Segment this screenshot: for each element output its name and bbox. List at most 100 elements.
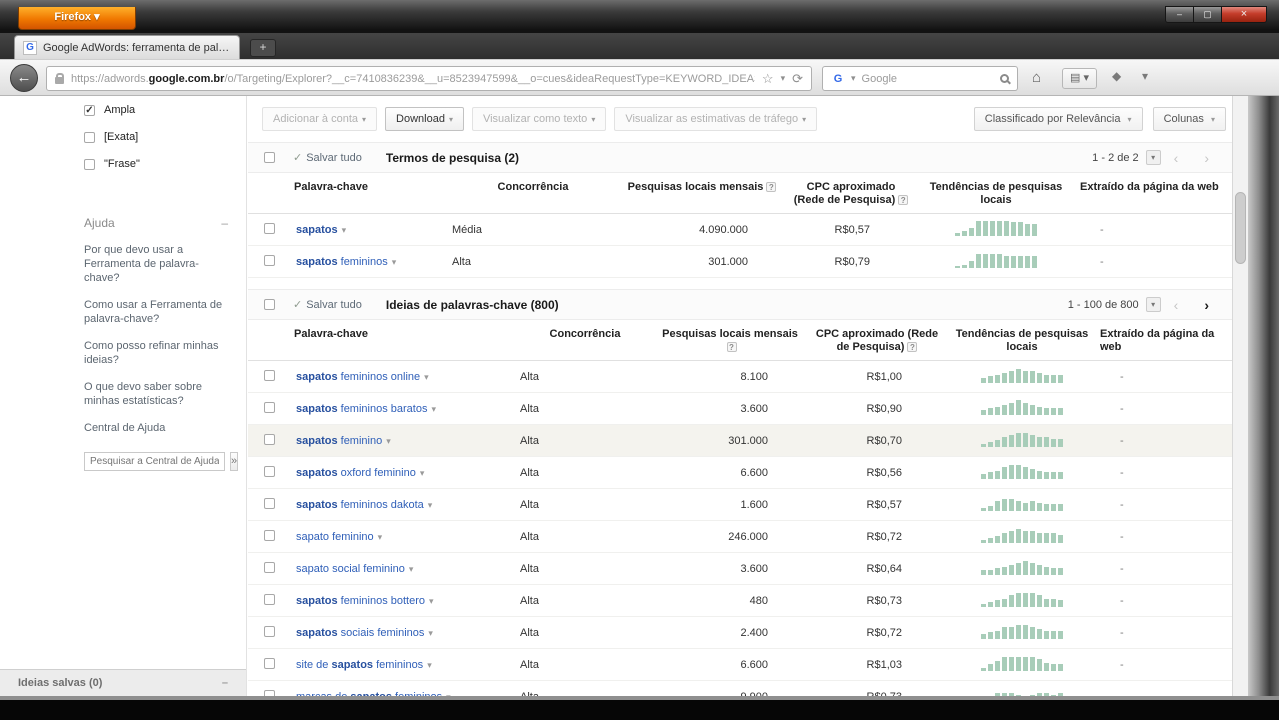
new-tab-button[interactable]: + — [250, 39, 276, 57]
toolbar-button[interactable]: Visualizar as estimativas de tráfego ▾ — [614, 107, 818, 131]
saved-ideas-collapse-icon[interactable]: – — [222, 677, 228, 689]
toolbar-button[interactable]: Visualizar como texto ▾ — [471, 107, 607, 131]
reload-icon[interactable]: ⟳ — [792, 71, 803, 87]
next-page-icon[interactable]: › — [1191, 297, 1222, 313]
keyword-dropdown-icon[interactable]: ▾ — [428, 500, 433, 510]
row-checkbox[interactable] — [264, 254, 275, 266]
keyword-link[interactable]: sapatos femininos bottero ▾ — [296, 595, 434, 607]
row-checkbox[interactable] — [264, 401, 275, 413]
help-icon[interactable]: ? — [726, 342, 737, 352]
save-all-link[interactable]: ✓ Salvar tudo — [293, 151, 362, 164]
match-type-checkbox[interactable] — [84, 131, 95, 143]
keyword-link[interactable]: sapatos femininos ▾ — [296, 256, 396, 268]
keyword-link[interactable]: sapatos sociais femininos ▾ — [296, 627, 433, 639]
keyword-dropdown-icon[interactable]: ▾ — [431, 404, 436, 414]
saved-ideas-bar[interactable]: Ideias salvas (0) – — [0, 669, 246, 696]
help-link[interactable]: O que devo saber sobre minhas estatístic… — [84, 380, 232, 408]
column-header-label: Extraído da página da web — [1100, 328, 1215, 353]
keyword-link[interactable]: sapatos ▾ — [296, 224, 346, 236]
row-checkbox[interactable] — [264, 625, 275, 637]
help-icon[interactable]: ? — [898, 195, 909, 205]
url-bar[interactable]: https://adwords.google.com.br/o/Targetin… — [46, 66, 812, 91]
trend-bar — [1058, 534, 1063, 543]
match-type-checkbox[interactable] — [84, 158, 95, 170]
keyword-link[interactable]: site de sapatos femininos ▾ — [296, 659, 432, 671]
help-search-button[interactable]: » — [230, 452, 239, 471]
sort-by-button[interactable]: Classificado por Relevância ▾ — [973, 107, 1143, 131]
row-checkbox[interactable] — [264, 369, 275, 381]
help-icon[interactable]: ? — [766, 182, 777, 192]
row-checkbox[interactable] — [264, 593, 275, 605]
keyword-dropdown-icon[interactable]: ▾ — [427, 660, 432, 670]
trend-bar — [995, 500, 1000, 511]
next-page-icon[interactable]: › — [1191, 150, 1222, 166]
select-all-checkbox[interactable] — [264, 299, 275, 310]
keyword-link[interactable]: sapatos femininos dakota ▾ — [296, 499, 432, 511]
keyword-dropdown-icon[interactable]: ▾ — [409, 564, 414, 574]
home-icon[interactable]: ⌂ — [1032, 69, 1041, 86]
url-path: /o/Targeting/Explorer?__c=7410836239&__u… — [224, 72, 755, 85]
browser-tab[interactable]: G Google AdWords: ferramenta de palavra.… — [14, 35, 240, 59]
keyword-dropdown-icon[interactable]: ▾ — [424, 372, 429, 382]
help-search-input[interactable] — [84, 452, 225, 471]
keyword-dropdown-icon[interactable]: ▾ — [386, 436, 391, 446]
vertical-scrollbar[interactable] — [1232, 96, 1248, 696]
bookmarks-panel-button[interactable]: ▤ ▾ — [1062, 68, 1097, 89]
bookmark-star-icon[interactable]: ☆ — [762, 71, 774, 87]
trend-bar — [1016, 593, 1021, 607]
keyword-link[interactable]: sapatos feminino ▾ — [296, 435, 391, 447]
match-type-checkbox[interactable]: ✓ — [84, 104, 95, 116]
url-dropdown-icon[interactable]: ▾ — [781, 73, 786, 84]
prev-page-icon[interactable]: ‹ — [1161, 297, 1192, 313]
maximize-button[interactable]: ▢ — [1194, 6, 1221, 23]
toolbar-button[interactable]: Adicionar à conta ▾ — [262, 107, 378, 131]
help-icon[interactable]: ? — [907, 342, 918, 352]
help-link[interactable]: Como posso refinar minhas ideias? — [84, 339, 232, 367]
keyword-link[interactable]: sapatos femininos online ▾ — [296, 371, 429, 383]
row-checkbox[interactable] — [264, 222, 275, 234]
row-checkbox[interactable] — [264, 433, 275, 445]
search-engine-dropdown-icon[interactable]: ▾ — [851, 73, 856, 84]
help-link[interactable]: Como usar a Ferramenta de palavra-chave? — [84, 298, 232, 326]
toolbar-extra-icon[interactable]: ◆ — [1112, 69, 1121, 83]
keyword-dropdown-icon[interactable]: ▾ — [378, 532, 383, 542]
keyword-link[interactable]: sapato social feminino ▾ — [296, 563, 413, 575]
trend-bar — [981, 443, 986, 447]
prev-page-icon[interactable]: ‹ — [1161, 150, 1192, 166]
keyword-link[interactable]: sapatos femininos baratos ▾ — [296, 403, 436, 415]
save-all-link[interactable]: ✓ Salvar tudo — [293, 298, 362, 311]
keyword-dropdown-icon[interactable]: ▾ — [420, 468, 425, 478]
keyword-link[interactable]: sapato feminino ▾ — [296, 531, 382, 543]
page-size-dropdown-icon[interactable]: ▾ — [1145, 297, 1161, 312]
close-button[interactable]: × — [1221, 6, 1267, 23]
toolbar-button[interactable]: Download ▾ — [385, 107, 464, 131]
trend-bar — [1044, 566, 1049, 575]
firefox-menu-button[interactable]: Firefox ▾ — [18, 7, 136, 30]
row-checkbox[interactable] — [264, 497, 275, 509]
keyword-dropdown-icon[interactable]: ▾ — [429, 596, 434, 606]
scrollbar-thumb[interactable] — [1235, 192, 1246, 264]
monthly-searches-cell: 4.090.000 — [618, 213, 786, 246]
web-search-box[interactable]: G ▾ Google — [822, 66, 1018, 91]
row-checkbox[interactable] — [264, 529, 275, 541]
search-icon[interactable] — [1000, 74, 1009, 83]
toolbar-extra-icon-2[interactable]: ▾ — [1142, 69, 1148, 83]
back-button[interactable]: ← — [10, 64, 38, 92]
keyword-cell: sapatos femininos online ▾ — [292, 360, 516, 393]
select-all-checkbox[interactable] — [264, 152, 275, 163]
columns-button[interactable]: Colunas ▾ — [1152, 107, 1226, 131]
minimize-button[interactable]: – — [1165, 6, 1194, 23]
help-link[interactable]: Central de Ajuda — [84, 421, 232, 435]
help-link[interactable]: Por que devo usar a Ferramenta de palavr… — [84, 243, 232, 285]
keyword-dropdown-icon[interactable]: ▾ — [342, 225, 347, 235]
trend-sparkline — [955, 252, 1037, 268]
page-size-dropdown-icon[interactable]: ▾ — [1145, 150, 1161, 165]
row-checkbox[interactable] — [264, 657, 275, 669]
keyword-link[interactable]: sapatos oxford feminino ▾ — [296, 467, 424, 479]
help-collapse-icon[interactable]: – — [221, 216, 228, 230]
row-checkbox[interactable] — [264, 465, 275, 477]
keyword-dropdown-icon[interactable]: ▾ — [428, 628, 433, 638]
keyword-dropdown-icon[interactable]: ▾ — [392, 257, 397, 267]
toolbar-button-label: Adicionar à conta — [273, 113, 358, 125]
row-checkbox[interactable] — [264, 561, 275, 573]
